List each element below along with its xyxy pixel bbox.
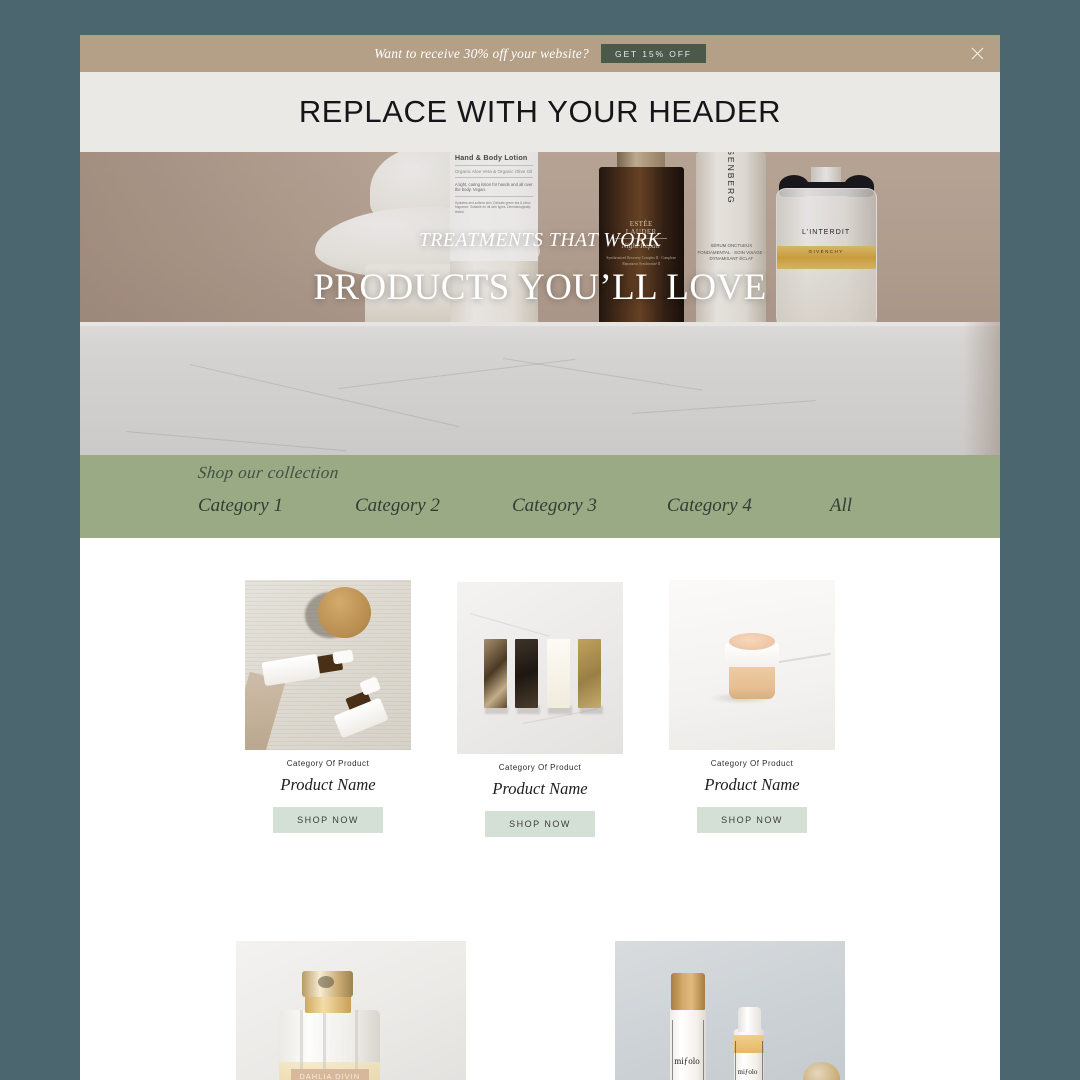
misolo-bottle-2-liquid xyxy=(734,1034,764,1053)
soap-bar-3 xyxy=(546,638,570,708)
hero-headline: PRODUCTS YOU’LL LOVE xyxy=(313,267,767,308)
bamboo-cap-1 xyxy=(670,972,706,1011)
shop-now-button[interactable]: SHOP NOW xyxy=(697,807,807,833)
label-ticks xyxy=(703,1019,705,1080)
label-ticks xyxy=(735,1040,737,1080)
perfume-label-line1: DAHLIA DIVIN xyxy=(299,1072,361,1080)
category-nav-items: Category 1 Category 2 Category 3 Categor… xyxy=(80,495,1000,517)
product-row-top: Category Of Product Product Name SHOP NO… xyxy=(80,580,1000,837)
product-card: Category Of Product Product Name SHOP NO… xyxy=(457,582,623,837)
hero-banner: Hand & Body Lotion Organic Aloe Vera & O… xyxy=(80,152,1000,455)
announcement-text: Want to receive 30% off your website? xyxy=(374,45,589,61)
category-nav-item-2[interactable]: Category 2 xyxy=(355,495,440,517)
grey-background xyxy=(614,941,845,1080)
wooden-lid xyxy=(318,586,372,638)
announcement-bar: Want to receive 30% off your website? GE… xyxy=(80,35,1000,72)
label-ticks xyxy=(761,1040,763,1080)
category-nav-item-4[interactable]: Category 4 xyxy=(667,495,752,517)
product-card: Category Of Product Product Name SHOP NO… xyxy=(669,580,835,837)
hero-eyebrow: TREATMENTS THAT WORK xyxy=(418,230,662,251)
product-image-1[interactable] xyxy=(245,580,411,750)
shop-now-button[interactable]: SHOP NOW xyxy=(485,811,595,837)
product-meta: Category Of Product Product Name SHOP NO… xyxy=(457,763,623,837)
misolo-brand-1: miƒolo xyxy=(674,1055,700,1066)
product-card-large: miƒolo miƒolo xyxy=(614,941,845,1080)
product-category: Category Of Product xyxy=(710,759,794,768)
product-card: Category Of Product Product Name SHOP NO… xyxy=(245,580,411,837)
product-row-bottom: DAHLIA DIVIN GIVENCHY xyxy=(80,941,1000,1080)
product-grid: Category Of Product Product Name SHOP NO… xyxy=(80,538,1000,1080)
product-name: Product Name xyxy=(280,775,376,794)
product-image-2[interactable] xyxy=(457,582,623,754)
category-nav-item-3[interactable]: Category 3 xyxy=(512,495,597,517)
category-nav-item-1[interactable]: Category 1 xyxy=(198,495,283,517)
product-name: Product Name xyxy=(492,779,588,798)
product-category: Category Of Product xyxy=(498,763,582,772)
label-ticks xyxy=(672,1019,673,1080)
product-name: Product Name xyxy=(704,775,800,794)
misolo-brand-2: miƒolo xyxy=(737,1067,758,1076)
close-icon[interactable] xyxy=(966,43,988,65)
site-header: REPLACE WITH YOUR HEADER xyxy=(80,72,1000,152)
page-title: REPLACE WITH YOUR HEADER xyxy=(298,94,782,129)
perfume-cap-detail xyxy=(318,975,335,988)
get-discount-button[interactable]: GET 15% OFF xyxy=(600,43,706,64)
cream-jar-glass xyxy=(728,661,776,699)
product-image-4[interactable]: DAHLIA DIVIN GIVENCHY xyxy=(235,941,466,1080)
product-category: Category Of Product xyxy=(286,759,370,768)
product-card-large: DAHLIA DIVIN GIVENCHY xyxy=(235,941,466,1080)
shop-collection-label: Shop our collection xyxy=(197,463,340,482)
category-nav-item-all[interactable]: All xyxy=(830,495,852,517)
product-image-3[interactable] xyxy=(669,580,835,750)
category-nav-bar: Shop our collection Category 1 Category … xyxy=(80,455,1000,538)
shop-now-button[interactable]: SHOP NOW xyxy=(273,807,383,833)
product-meta: Category Of Product Product Name SHOP NO… xyxy=(245,759,411,833)
soap-bar-2 xyxy=(515,638,539,708)
hero-copy: TREATMENTS THAT WORK PRODUCTS YOU’LL LOV… xyxy=(80,230,1000,309)
soap-bar-4 xyxy=(578,638,602,708)
soap-bar-1 xyxy=(483,638,507,708)
product-image-5[interactable]: miƒolo miƒolo xyxy=(614,941,845,1080)
cream-jar-top xyxy=(728,632,776,650)
product-meta: Category Of Product Product Name SHOP NO… xyxy=(669,759,835,833)
website-preview-frame: Want to receive 30% off your website? GE… xyxy=(80,35,1000,1080)
dropper-cap-2 xyxy=(737,1007,761,1032)
misolo-bottle-1 xyxy=(669,1007,707,1080)
